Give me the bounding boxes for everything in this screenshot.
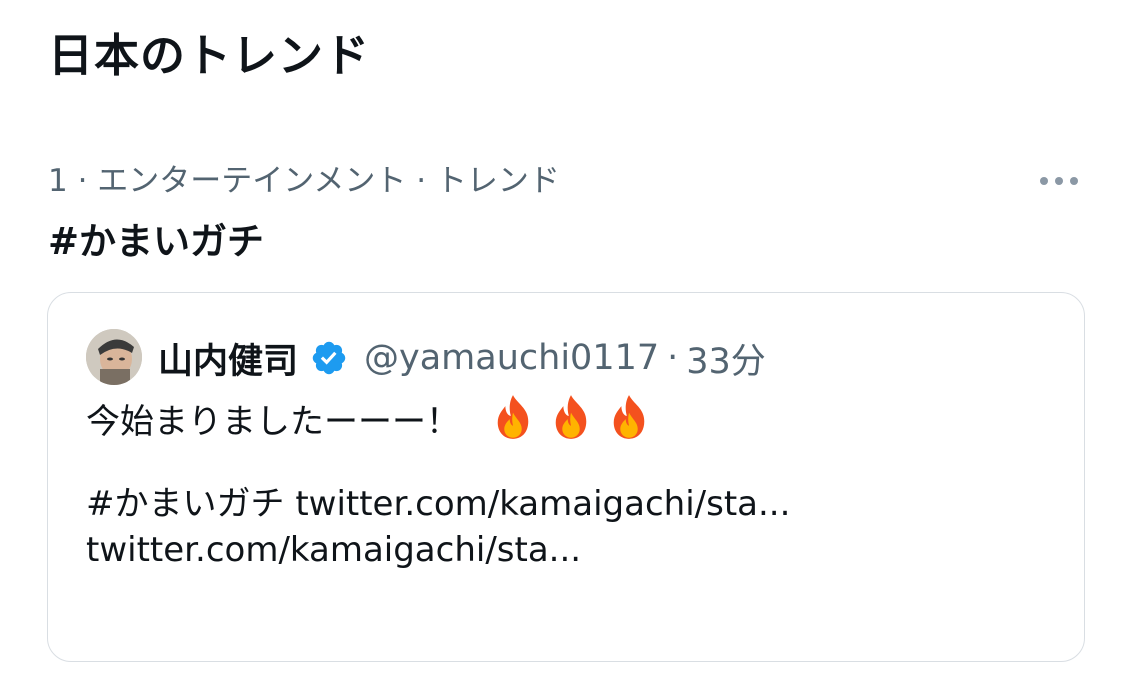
verified-badge-icon — [312, 341, 346, 375]
tweet-line-3: #かまいガチ twitter.com/kamaigachi/sta... — [86, 481, 1046, 527]
fire-emoji-row — [491, 393, 651, 441]
fire-icon — [555, 395, 587, 439]
tweet-text: 今始まりましたーーー！ — [86, 402, 460, 442]
tweet-card[interactable]: 山内健司 @yamauchi0117 · 33分 今始まりましたーーー！ #かま… — [47, 292, 1085, 662]
separator: · — [667, 338, 679, 378]
more-horizontal-icon — [1040, 177, 1048, 185]
tweet-line-4: twitter.com/kamaigachi/sta... — [86, 527, 1046, 573]
avatar-image — [86, 329, 142, 385]
hashtag-link[interactable]: #かまいガチ — [86, 484, 285, 524]
trend-hashtag[interactable]: #かまいガチ — [48, 218, 264, 266]
tweet-header: 山内健司 @yamauchi0117 · 33分 — [158, 333, 766, 383]
more-options-button[interactable] — [1034, 166, 1084, 196]
more-dot — [1055, 177, 1063, 185]
fire-icon — [613, 395, 645, 439]
url-link-2[interactable]: twitter.com/kamaigachi/sta... — [86, 530, 581, 570]
fire-icon — [497, 395, 529, 439]
url-link-1[interactable]: twitter.com/kamaigachi/sta... — [295, 484, 790, 524]
author-handle[interactable]: @yamauchi0117 — [364, 338, 659, 378]
more-dot — [1070, 177, 1078, 185]
tweet-body: 今始まりましたーーー！ #かまいガチ twitter.com/kamaigach… — [86, 393, 1046, 573]
trend-meta: 1 · エンターテインメント · トレンド — [48, 163, 560, 199]
page-title: 日本のトレンド — [48, 29, 371, 82]
avatar[interactable] — [86, 329, 142, 385]
timestamp[interactable]: 33分 — [686, 333, 766, 384]
tweet-line-1: 今始まりましたーーー！ — [86, 393, 1046, 442]
author-name[interactable]: 山内健司 — [158, 333, 298, 384]
